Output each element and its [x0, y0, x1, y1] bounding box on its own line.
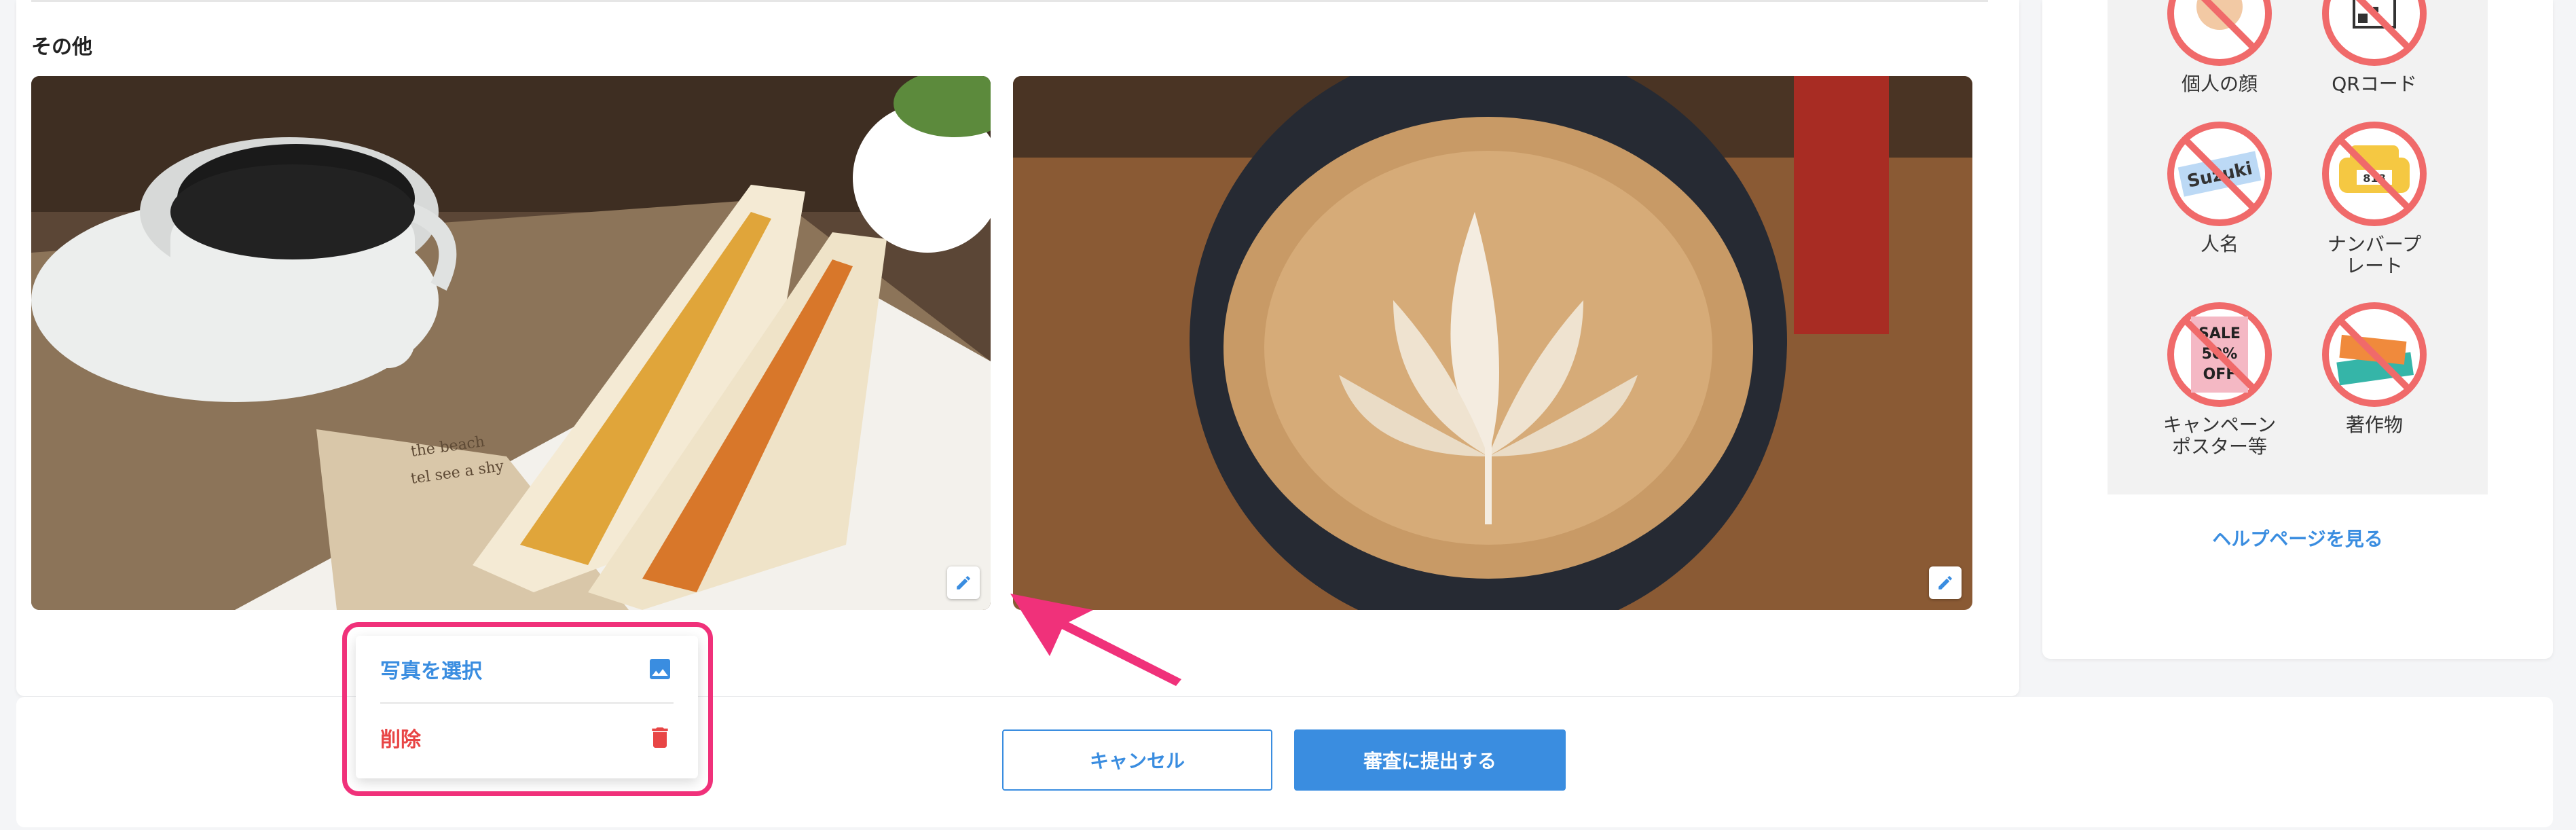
- face-prohibited-icon: [2167, 0, 2272, 66]
- divider: [31, 0, 1988, 2]
- annotation-highlight-frame: [342, 622, 713, 796]
- section-title: その他: [31, 35, 92, 59]
- submit-for-review-button[interactable]: 審査に提出する: [1294, 729, 1566, 791]
- name-prohibited-icon: Suzuki: [2167, 122, 2272, 226]
- ng-item-campaign-poster: SALE 50% OFF キャンペーンポスター等: [2141, 300, 2298, 458]
- sandwich-coffee-photo: the beach tel see a shy: [31, 76, 991, 610]
- copyright-book-prohibited-icon: [2322, 302, 2427, 407]
- ng-item-face: 個人の顔: [2141, 0, 2298, 95]
- photo-slot-1[interactable]: the beach tel see a shy: [31, 76, 991, 610]
- ng-item-copyright: 著作物: [2296, 300, 2452, 436]
- qr-prohibited-icon: [2322, 0, 2427, 66]
- pencil-icon: [1938, 576, 1952, 590]
- edit-photo-button[interactable]: [947, 566, 980, 599]
- ng-examples-panel: 個人の顔 QRコード Suzuki 人名: [2042, 0, 2553, 659]
- license-plate-prohibited-icon: 818: [2322, 122, 2427, 226]
- poster-prohibited-icon: SALE 50% OFF: [2167, 302, 2272, 407]
- ng-examples-box: 個人の顔 QRコード Suzuki 人名: [2108, 0, 2488, 494]
- ng-item-name: Suzuki 人名: [2141, 120, 2298, 255]
- pencil-icon: [957, 576, 970, 590]
- edit-photo-button[interactable]: [1929, 566, 1962, 599]
- ng-item-qr: QRコード: [2296, 0, 2452, 95]
- photo-slot-2[interactable]: [1013, 76, 1972, 610]
- annotation-arrow-icon: [1010, 594, 1181, 686]
- help-page-link[interactable]: ヘルプページを見る: [2042, 524, 2553, 552]
- ng-item-license-plate: 818 ナンバープレート: [2296, 120, 2452, 277]
- latte-photo: [1013, 76, 1972, 610]
- cancel-button[interactable]: キャンセル: [1002, 729, 1272, 791]
